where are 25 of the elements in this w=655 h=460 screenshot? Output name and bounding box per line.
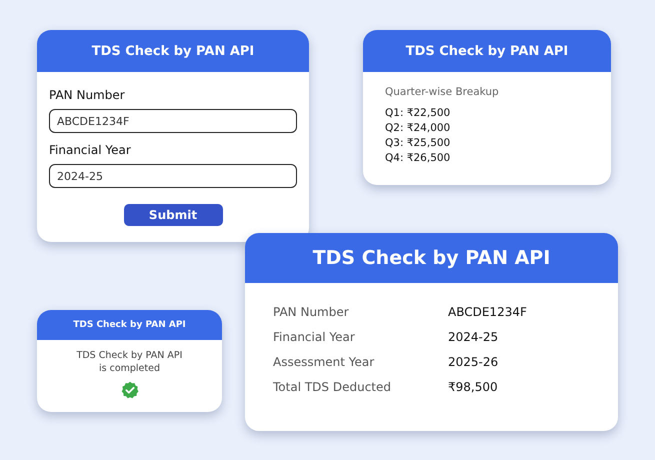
status-message: TDS Check by PAN API xyxy=(76,349,182,362)
quarter-amount: Q3: ₹25,500 xyxy=(385,136,452,151)
status-message: is completed xyxy=(98,362,160,375)
detail-value: 2025-26 xyxy=(448,355,500,370)
check-badge-icon xyxy=(120,381,138,399)
input-field[interactable]: ABCDE1234F xyxy=(49,109,297,133)
card-title: TDS Check by PAN API xyxy=(92,44,254,58)
detail-value: 2024-25 xyxy=(448,330,500,345)
quarter-amount: Q2: ₹24,000 xyxy=(385,121,452,136)
detail-label: Total TDS Deducted xyxy=(273,380,392,395)
section-heading: Quarter-wise Breakup xyxy=(385,86,500,98)
detail-label: Assessment Year xyxy=(273,355,376,370)
detail-value: ABCDE1234F xyxy=(448,305,528,320)
submit-button[interactable]: Submit xyxy=(124,204,222,226)
card-title: TDS Check by PAN API xyxy=(312,247,550,269)
field-label: PAN Number xyxy=(49,88,126,102)
detail-label: PAN Number xyxy=(273,305,350,320)
detail-value: ₹98,500 xyxy=(448,380,499,395)
field-label: Financial Year xyxy=(49,143,132,157)
quarter-amount: Q4: ₹26,500 xyxy=(385,151,452,166)
quarter-amount: Q1: ₹22,500 xyxy=(385,106,452,121)
input-field[interactable]: 2024-25 xyxy=(49,164,297,188)
card-title: TDS Check by PAN API xyxy=(73,320,186,330)
detail-label: Financial Year xyxy=(273,330,356,345)
card-title: TDS Check by PAN API xyxy=(406,44,568,58)
